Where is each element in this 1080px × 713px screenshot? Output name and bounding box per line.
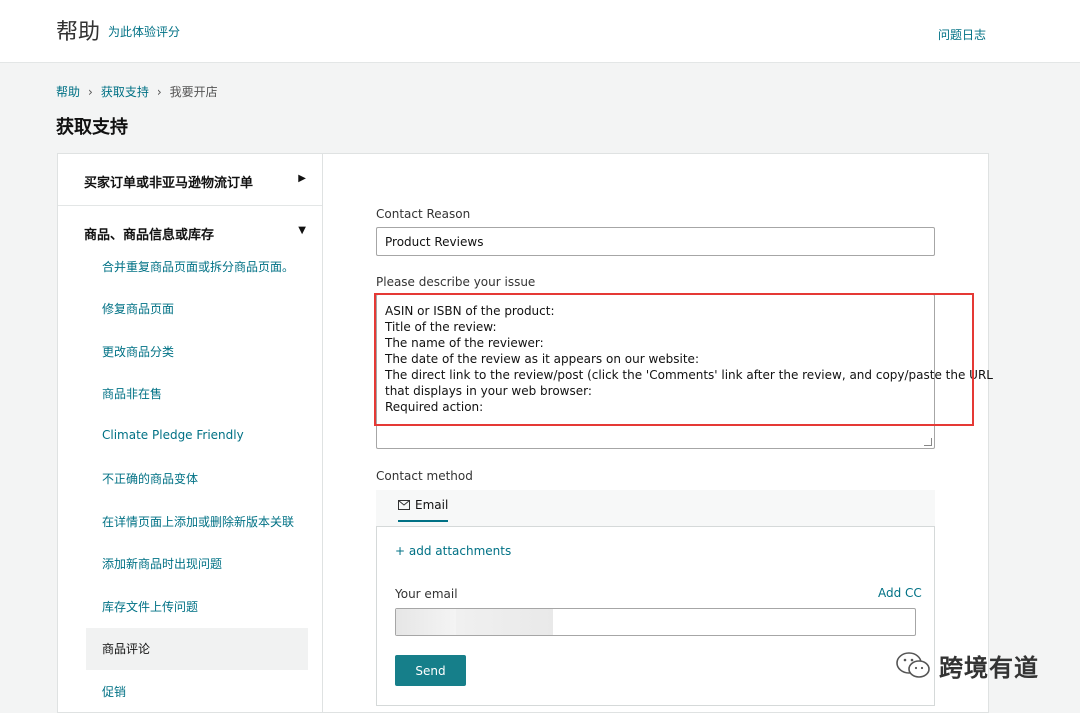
breadcrumb-help[interactable]: 帮助 <box>56 83 80 100</box>
sidebar-item-not-on-sale[interactable]: 商品非在售 <box>102 385 162 402</box>
sidebar-item-edition-link[interactable]: 在详情页面上添加或删除新版本关联 <box>102 513 294 530</box>
contact-reason-label: Contact Reason <box>376 207 471 221</box>
sidebar-item-merge-pages[interactable]: 合并重复商品页面或拆分商品页面。 <box>102 258 294 275</box>
add-cc-link[interactable]: Add CC <box>878 586 922 600</box>
sidebar-section-label: 买家订单或非亚马逊物流订单 <box>84 176 254 191</box>
redacted-email <box>456 609 553 635</box>
wechat-icon <box>896 651 930 678</box>
issue-log-link[interactable]: 问题日志 <box>938 26 986 43</box>
tab-email-label: Email <box>415 498 449 512</box>
watermark: 跨境有道 <box>895 648 1039 683</box>
sidebar-section-buyer-orders[interactable]: 买家订单或非亚马逊物流订单 ▶ <box>58 154 322 206</box>
page-title: 获取支持 <box>56 117 128 138</box>
contact-reason-select[interactable]: Product Reviews <box>376 227 935 256</box>
panel-divider <box>322 153 323 713</box>
email-input[interactable] <box>395 608 916 636</box>
breadcrumb: 帮助 › 获取支持 › 我要开店 <box>56 83 218 100</box>
contact-method-tabs: Email <box>376 490 935 526</box>
sidebar-section-products[interactable]: 商品、商品信息或库存 ▼ <box>58 206 322 258</box>
describe-issue-label: Please describe your issue <box>376 275 536 289</box>
contact-reason-value: Product Reviews <box>385 234 484 249</box>
top-bar: 帮助 为此体验评分 问题日志 <box>0 0 1080 63</box>
chevron-right-icon: › <box>156 84 162 99</box>
sidebar-item-inventory-upload[interactable]: 库存文件上传问题 <box>102 598 198 615</box>
rate-experience-link[interactable]: 为此体验评分 <box>108 23 180 40</box>
help-title: 帮助 <box>56 20 101 45</box>
red-highlight-box <box>374 293 974 426</box>
sidebar-item-promotions[interactable]: 促销 <box>102 683 126 700</box>
sidebar-item-change-category[interactable]: 更改商品分类 <box>102 343 174 360</box>
redacted-email <box>396 609 456 635</box>
resize-handle-icon[interactable] <box>924 438 932 446</box>
sidebar: 买家订单或非亚马逊物流订单 ▶ 商品、商品信息或库存 ▼ 合并重复商品页面或拆分… <box>57 153 322 713</box>
envelope-icon <box>398 500 410 510</box>
chevron-right-icon: › <box>88 84 93 99</box>
sidebar-item-add-product-issue[interactable]: 添加新商品时出现问题 <box>102 555 222 572</box>
sidebar-section-label: 商品、商品信息或库存 <box>84 228 215 243</box>
sidebar-item-reviews[interactable]: 商品评论 <box>102 640 150 657</box>
caret-right-icon: ▶ <box>298 173 306 184</box>
contact-method-label: Contact method <box>376 469 473 483</box>
sidebar-item-wrong-variation[interactable]: 不正确的商品变体 <box>102 470 198 487</box>
caret-down-icon: ▼ <box>298 225 306 236</box>
tab-email[interactable]: Email <box>398 498 449 522</box>
sidebar-item-fix-page[interactable]: 修复商品页面 <box>102 300 174 317</box>
breadcrumb-get-support[interactable]: 获取支持 <box>101 83 149 100</box>
breadcrumb-current: 我要开店 <box>169 85 218 99</box>
sidebar-item-climate-pledge[interactable]: Climate Pledge Friendly <box>102 428 244 442</box>
add-attachments-link[interactable]: + add attachments <box>395 544 511 558</box>
watermark-text: 跨境有道 <box>939 654 1039 682</box>
send-button[interactable]: Send <box>395 655 466 686</box>
your-email-label: Your email <box>395 587 458 601</box>
